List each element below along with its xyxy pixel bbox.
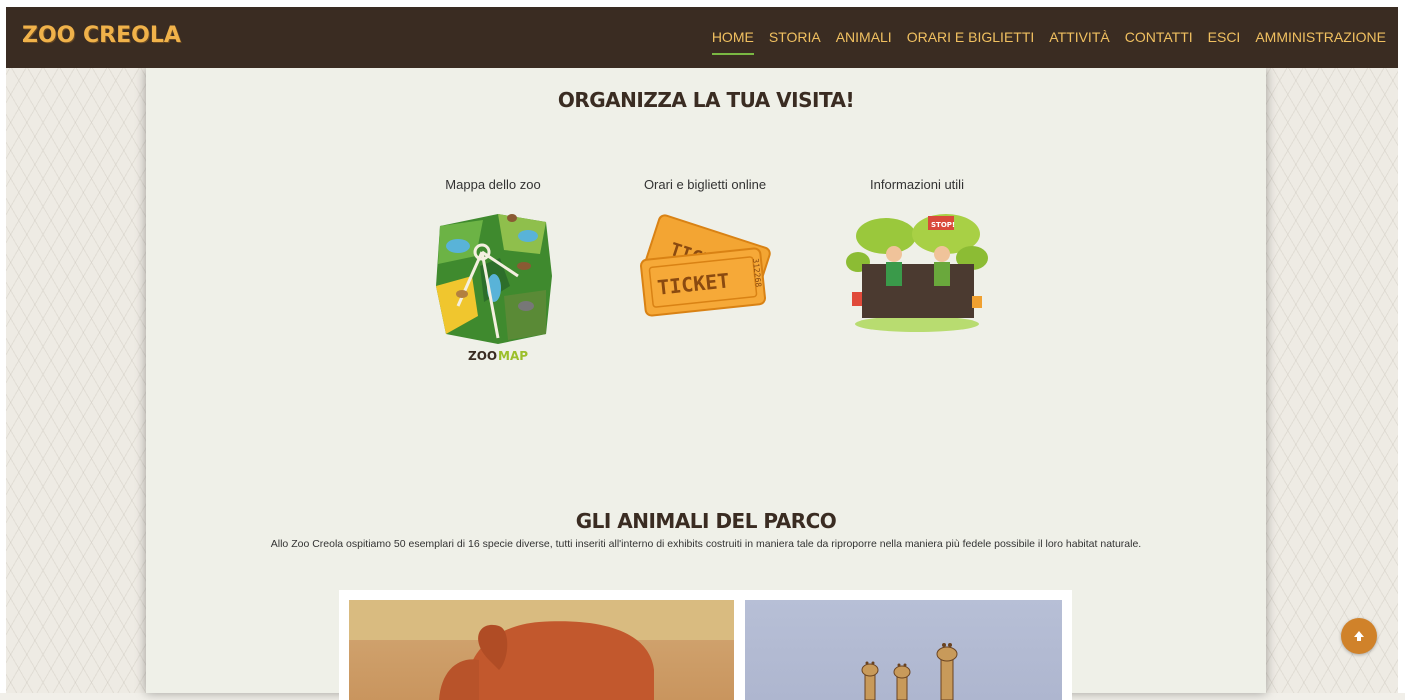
nav-item-amministrazione[interactable]: AMMINISTRAZIONE [1255, 29, 1386, 45]
scroll-to-top-button[interactable] [1341, 618, 1377, 654]
tile-zoo-map[interactable]: Mappa dello zoo ZOO MAP [408, 177, 578, 366]
animals-section-title: GLI ANIMALI DEL PARCO [575, 509, 837, 533]
zoo-map-caption-map: MAP [498, 349, 528, 363]
tile-info[interactable]: Informazioni utili STOP! [832, 177, 1002, 336]
zoo-map-caption-zoo: ZOO [468, 349, 497, 363]
tile-tickets[interactable]: Orari e biglietti online TICKET TICKET 3… [620, 177, 790, 336]
tile-tickets-label: Orari e biglietti online [643, 177, 767, 192]
main-content: ORGANIZZA LA TUA VISITA! Mappa dello zoo… [146, 68, 1266, 700]
info-keepers-icon: STOP! [846, 214, 988, 332]
page-frame-top [0, 0, 1405, 7]
tile-info-label: Informazioni utili [870, 177, 964, 192]
tile-zoo-map-label: Mappa dello zoo [445, 177, 541, 192]
nav-item-attivita[interactable]: ATTIVITÀ [1049, 29, 1109, 45]
nav-item-home[interactable]: HOME [711, 29, 754, 55]
animals-gallery [339, 590, 1072, 700]
giraffes-illustration [861, 643, 958, 700]
zoo-map-icon: ZOO MAP [436, 214, 552, 363]
arrow-up-icon [1354, 631, 1364, 641]
nav-item-animali[interactable]: ANIMALI [836, 29, 892, 45]
elephant-illustration [349, 600, 734, 700]
elephant-photo[interactable] [349, 600, 734, 700]
brand-logo[interactable]: ZOO CREOLA [22, 23, 181, 48]
page-frame-left [0, 0, 6, 693]
page-frame-right [1398, 0, 1405, 693]
nav-item-esci[interactable]: ESCI [1208, 29, 1241, 45]
main-nav: HOME STORIA ANIMALI ORARI E BIGLIETTI AT… [697, 29, 1386, 55]
nav-item-contatti[interactable]: CONTATTI [1125, 29, 1193, 45]
nav-item-storia[interactable]: STORIA [769, 29, 821, 45]
visit-section-title: ORGANIZZA LA TUA VISITA! [557, 88, 855, 112]
nav-item-orari-biglietti[interactable]: ORARI E BIGLIETTI [907, 29, 1035, 45]
top-navbar: ZOO CREOLA HOME STORIA ANIMALI ORARI E B… [6, 7, 1398, 68]
animals-intro-text: Allo Zoo Creola ospitiamo 50 esemplari d… [270, 538, 1142, 550]
ticket-icon: TICKET TICKET 312268 [639, 214, 771, 317]
giraffes-photo[interactable] [745, 600, 1062, 700]
info-sign-text: STOP! [931, 221, 955, 229]
